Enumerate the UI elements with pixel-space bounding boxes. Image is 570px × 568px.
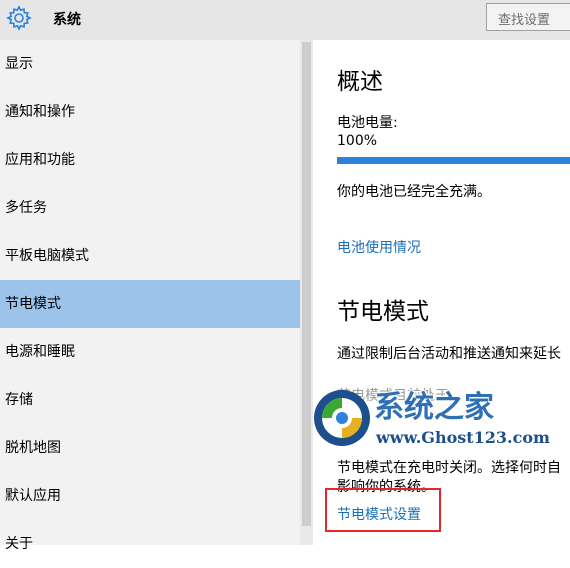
- watermark: 系统之家 www.Ghost123.com: [308, 382, 570, 462]
- highlight-box: [325, 488, 441, 532]
- battery-label: 电池电量:: [337, 115, 398, 131]
- sidebar-item-multitasking[interactable]: 多任务: [0, 184, 300, 232]
- sidebar-item-storage[interactable]: 存储: [0, 376, 300, 424]
- sidebar-item-power-sleep[interactable]: 电源和睡眠: [0, 328, 300, 376]
- battery-progress-fill: [337, 157, 570, 164]
- battery-status: 你的电池已经完全充满。: [337, 184, 491, 200]
- app-title: 系统: [53, 12, 81, 28]
- sidebar-item-tablet-mode[interactable]: 平板电脑模式: [0, 232, 300, 280]
- sidebar-item-offline-maps[interactable]: 脱机地图: [0, 424, 300, 472]
- overview-heading: 概述: [337, 69, 383, 95]
- battery-progress-bar: [337, 157, 570, 164]
- sidebar-item-battery-saver[interactable]: 节电模式: [0, 280, 300, 328]
- sidebar-item-notifications[interactable]: 通知和操作: [0, 88, 300, 136]
- watermark-logo-icon: [314, 390, 370, 446]
- battery-saver-description: 通过限制后台活动和推送通知来延长: [337, 346, 561, 362]
- gear-icon: [6, 5, 32, 31]
- watermark-url: www.Ghost123.com: [376, 428, 550, 447]
- battery-saver-heading: 节电模式: [337, 299, 429, 325]
- sidebar-item-about[interactable]: 关于: [0, 520, 300, 568]
- sidebar-item-display[interactable]: 显示: [0, 40, 300, 88]
- title-bar: 系统 查找设置: [0, 0, 570, 40]
- main-content: 概述 电池电量: 100% 你的电池已经完全充满。 电池使用情况 节电模式 通过…: [313, 40, 570, 545]
- search-input[interactable]: 查找设置: [486, 3, 570, 31]
- sidebar: 显示 通知和操作 应用和功能 多任务 平板电脑模式 节电模式 电源和睡眠 存储 …: [0, 40, 300, 552]
- sidebar-item-default-apps[interactable]: 默认应用: [0, 472, 300, 520]
- sidebar-scrollbar[interactable]: [300, 40, 313, 545]
- watermark-text: 系统之家: [374, 390, 494, 425]
- search-placeholder: 查找设置: [498, 13, 551, 28]
- battery-usage-link[interactable]: 电池使用情况: [337, 237, 421, 257]
- sidebar-item-apps[interactable]: 应用和功能: [0, 136, 300, 184]
- battery-value: 100%: [337, 133, 378, 149]
